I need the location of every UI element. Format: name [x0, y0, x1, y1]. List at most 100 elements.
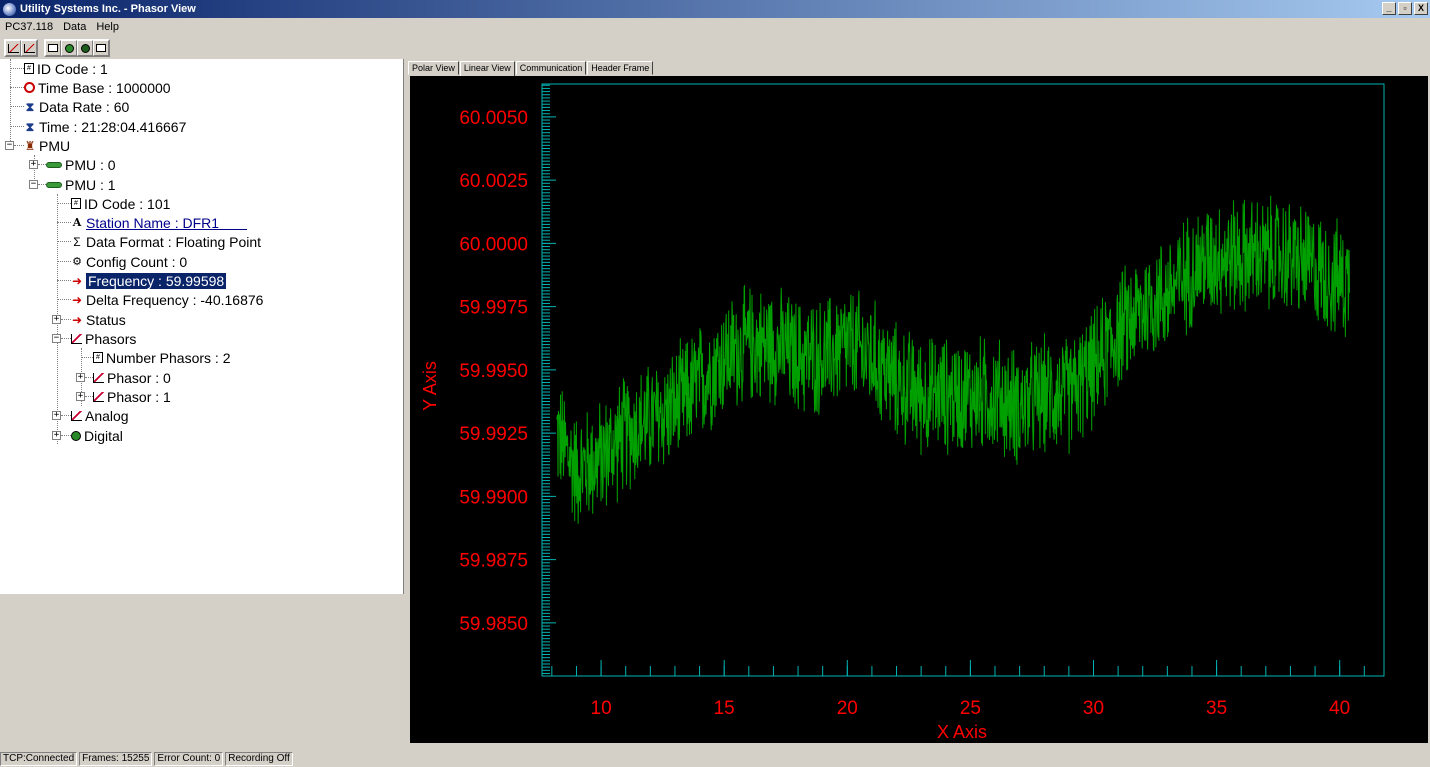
x-tick-label: 10 [591, 698, 612, 719]
tree-connector [10, 87, 24, 88]
phasor1-expand-toggle[interactable]: + [76, 392, 85, 401]
tree-item-digital[interactable]: Digital [71, 426, 123, 445]
tree-item-config-count[interactable]: ⚙ Config Count : 0 [71, 252, 187, 271]
analog-expand-toggle[interactable]: + [52, 411, 61, 420]
table-icon [48, 44, 58, 52]
phasor0-expand-toggle[interactable]: + [76, 373, 85, 382]
status-error-count: Error Count: 0 [154, 752, 224, 766]
tree-item-number-phasors[interactable]: # Number Phasors : 2 [93, 348, 231, 367]
data-view-icon [23, 43, 35, 53]
document-icon: # [93, 352, 103, 363]
station-name-underline [219, 216, 248, 230]
tree-item-label: Digital [84, 427, 123, 444]
report-button[interactable] [93, 40, 109, 56]
tree-item-time-base[interactable]: Time Base : 1000000 [24, 78, 171, 97]
station-name-link[interactable]: Station Name : DFR1 [86, 215, 219, 231]
tree-item-label: Analog [85, 407, 129, 424]
arrow-icon: ➜ [71, 292, 83, 307]
connect-button[interactable] [61, 40, 77, 56]
tree-item-label: ID Code : 101 [84, 195, 171, 212]
tree-item-label: Time Base : 1000000 [38, 79, 171, 96]
menu-pc37118[interactable]: PC37.118 [0, 21, 58, 33]
view-tabs: Polar View Linear View Communication Hea… [408, 61, 654, 76]
x-tick-label: 20 [837, 698, 858, 719]
close-button[interactable]: X [1414, 2, 1428, 15]
x-tick-label: 35 [1206, 698, 1227, 719]
data-view-button[interactable] [21, 40, 37, 56]
graph-icon [93, 372, 104, 383]
tree-item-data-rate[interactable]: ⧗ Data Rate : 60 [24, 97, 130, 116]
record-icon [80, 43, 90, 53]
phasors-collapse-toggle[interactable]: − [52, 334, 61, 343]
tree-item-label: PMU [39, 137, 71, 154]
report-icon [96, 44, 106, 52]
tree-item-phasor-0[interactable]: Phasor : 0 [93, 368, 171, 387]
pmu0-expand-toggle[interactable]: + [29, 160, 38, 169]
tree-item-label: Phasors [85, 330, 137, 347]
x-tick-label: 40 [1329, 698, 1350, 719]
sigma-icon: Σ [73, 234, 81, 249]
config-icon: ⚙ [72, 255, 82, 268]
menu-data[interactable]: Data [58, 21, 91, 33]
maximize-button[interactable]: ▫ [1398, 2, 1412, 15]
digital-expand-toggle[interactable]: + [52, 431, 61, 440]
status-recording: Recording Off [225, 752, 293, 766]
tree-item-data-format[interactable]: Σ Data Format : Floating Point [71, 232, 261, 251]
title-bar: Utility Systems Inc. - Phasor View _ ▫ X [0, 0, 1430, 18]
tree-connector [57, 222, 71, 223]
tree-item-id-code[interactable]: # ID Code : 1 [24, 59, 108, 78]
graph-icon [71, 333, 82, 344]
chart-view-button[interactable] [5, 40, 21, 56]
menu-help[interactable]: Help [91, 21, 124, 33]
record-button[interactable] [77, 40, 93, 56]
hourglass-icon: ⧗ [25, 99, 35, 114]
table-button[interactable] [45, 40, 61, 56]
tree-item-analog[interactable]: Analog [71, 406, 129, 425]
y-tick-label: 59.9975 [459, 298, 528, 319]
tab-linear-view[interactable]: Linear View [459, 61, 515, 76]
pmu-collapse-toggle[interactable]: − [5, 141, 14, 150]
minimize-button[interactable]: _ [1382, 2, 1396, 15]
tree-item-phasors[interactable]: Phasors [71, 329, 136, 348]
tree-item-delta-frequency[interactable]: ➜ Delta Frequency : -40.16876 [71, 290, 263, 309]
tree-item-label: Status [86, 311, 126, 328]
tree-connector [85, 396, 93, 397]
tree-connector [57, 261, 71, 262]
x-axis-label: X Axis [937, 722, 987, 742]
tree-connector [57, 299, 71, 300]
tree-connector [10, 68, 24, 69]
tree-item-label: Data Rate : 60 [39, 98, 130, 115]
x-tick-label: 30 [1083, 698, 1104, 719]
tree-connector [61, 338, 71, 339]
x-tick-label: 25 [960, 698, 981, 719]
tree-connector [57, 241, 71, 242]
pmu-icon: ♜ [24, 138, 36, 153]
tree-item-phasor-1[interactable]: Phasor : 1 [93, 387, 171, 406]
config-tree[interactable]: − + − + − + + + + # ID Code : 1 Time Bas… [0, 59, 404, 594]
pmu1-collapse-toggle[interactable]: − [29, 180, 38, 189]
tab-polar-view[interactable]: Polar View [408, 61, 459, 75]
tree-item-time[interactable]: ⧗ Time : 21:28:04.416667 [24, 117, 187, 136]
chart-svg: 59.9850 59.9875 59.9900 59.9925 59.9950 59.99… [420, 83, 1385, 742]
tree-connector [14, 145, 24, 146]
tree-item-frequency[interactable]: ➜ Frequency : 59.99598 [71, 271, 227, 290]
tab-header-frame[interactable]: Header Frame [587, 61, 654, 75]
tree-item-pmu[interactable]: ♜ PMU [24, 136, 71, 155]
menu-bar: PC37.118 Data Help [0, 18, 1430, 36]
tree-item-label: Delta Frequency : -40.16876 [86, 291, 264, 308]
y-tick-label: 59.9950 [459, 361, 528, 382]
toolbar-group-views [4, 39, 38, 57]
window-title: Utility Systems Inc. - Phasor View [20, 3, 196, 15]
tab-communication[interactable]: Communication [515, 61, 587, 75]
tree-item-station-name[interactable]: A Station Name : DFR1 [71, 213, 248, 232]
tree-item-status[interactable]: ➜ Status [71, 310, 126, 329]
status-bar: TCP:Connected Frames: 15255 Error Count:… [0, 751, 1430, 767]
y-tick-label: 59.9850 [459, 614, 528, 635]
tree-item-label: Phasor : 1 [107, 388, 171, 405]
status-expand-toggle[interactable]: + [52, 315, 61, 324]
text-icon: A [72, 215, 82, 229]
tree-item-pmu-0[interactable]: PMU : 0 [46, 155, 116, 174]
tree-item-pmu1-id-code[interactable]: # ID Code : 101 [71, 194, 170, 213]
tree-item-pmu-1[interactable]: PMU : 1 [46, 175, 116, 194]
y-axis-label: Y Axis [420, 361, 440, 411]
